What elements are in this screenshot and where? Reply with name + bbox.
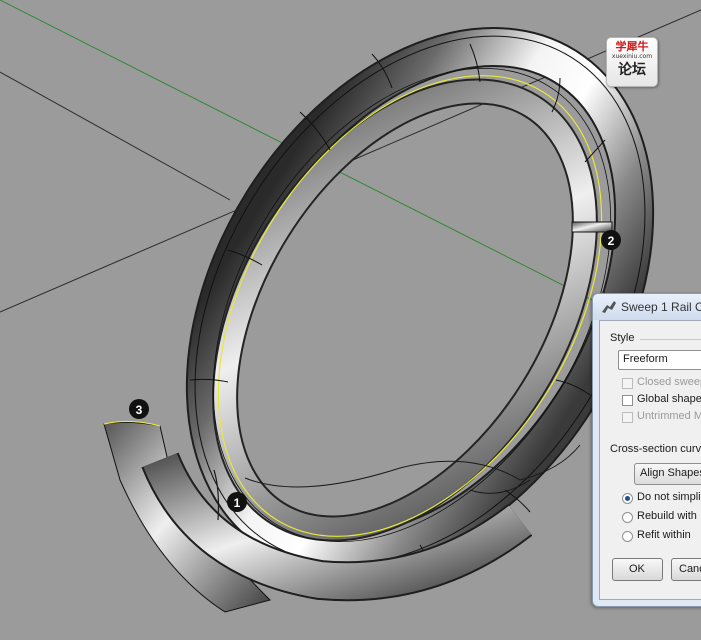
style-group-label: Style [610, 332, 635, 344]
style-group-divider [640, 339, 701, 340]
refit-within-label: Refit within [637, 529, 691, 541]
watermark-line3: 论坛 [618, 62, 646, 78]
watermark-logo: 学犀牛 xuexiniu.com 论坛 [606, 37, 658, 87]
dialog-title: Sweep 1 Rail O [621, 300, 701, 314]
dialog-body: Style Freeform Closed sweep Global shape… [599, 320, 701, 600]
closed-sweep-label: Closed sweep [637, 376, 701, 388]
sweep-options-dialog: Sweep 1 Rail O Style Freeform Closed swe… [592, 293, 701, 607]
marker-1-label: 1 [234, 496, 241, 510]
untrimmed-miters-label: Untrimmed Mit [637, 410, 701, 422]
ok-button[interactable]: OK [612, 558, 663, 581]
marker-2-label: 2 [608, 234, 615, 248]
marker-3-label: 3 [136, 403, 143, 417]
ok-button-label: OK [629, 563, 645, 575]
style-dropdown[interactable]: Freeform [618, 350, 701, 370]
style-dropdown-value: Freeform [623, 353, 668, 365]
dialog-titlebar[interactable]: Sweep 1 Rail O [593, 294, 701, 320]
closed-sweep-checkbox[interactable] [622, 378, 633, 389]
global-shape-blending-checkbox[interactable] [622, 395, 633, 406]
section-2-profile [571, 221, 613, 233]
do-not-simplify-label: Do not simplif [637, 491, 701, 503]
do-not-simplify-radio[interactable] [622, 493, 633, 504]
rebuild-with-radio[interactable] [622, 512, 633, 523]
refit-within-radio[interactable] [622, 531, 633, 542]
watermark-line1: 学犀牛 [615, 40, 649, 53]
cancel-button[interactable]: Canc [671, 558, 701, 581]
cross-section-label: Cross-section curve [610, 443, 701, 455]
grid-line [0, 71, 231, 201]
rebuild-with-label: Rebuild with [637, 510, 697, 522]
watermark-line2: xuexiniu.com [611, 53, 653, 60]
untrimmed-miters-checkbox[interactable] [622, 412, 633, 423]
rhino-app-icon [602, 301, 616, 313]
cancel-button-label: Canc [679, 563, 701, 575]
align-shapes-button[interactable]: Align Shapes [634, 463, 701, 485]
global-shape-blending-label: Global shape b [637, 393, 701, 405]
align-shapes-label: Align Shapes [640, 467, 701, 479]
